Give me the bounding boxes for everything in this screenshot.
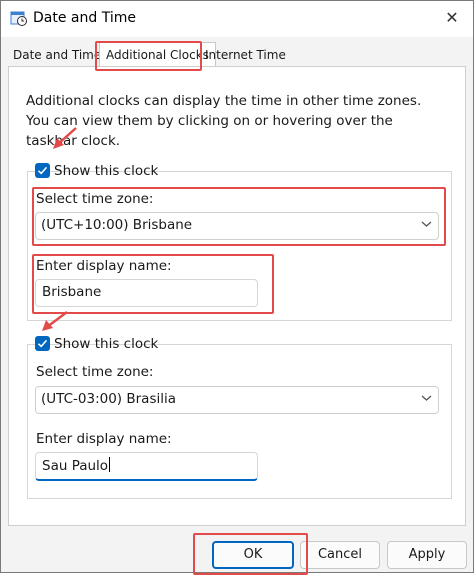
clock2-timezone-select[interactable]: (UTC-03:00) Brasilia [35,386,439,414]
check-icon [37,166,48,175]
clock2-display-name-value: Sau Paulo [42,457,111,474]
description-text: Additional clocks can display the time i… [26,93,422,149]
highlight-additional-clocks-tab [95,41,202,71]
arrow-annotation-icon [42,311,68,331]
highlight-timezone-select [32,187,446,246]
chevron-down-icon [421,395,432,401]
clock2-show-checkbox-row[interactable]: Show this clock [35,335,158,353]
clock1-show-checkbox[interactable] [35,163,50,178]
clock2-name-label: Enter display name: [36,431,172,447]
clock2-timezone-label: Select time zone: [36,364,154,380]
tab-date-and-time[interactable]: Date and Time [13,43,101,67]
tab-strip: Date and Time Additional Clocks Internet… [1,37,473,69]
text-caret [109,457,111,472]
window-title: Date and Time [33,10,136,26]
clock2-display-name-input[interactable]: Sau Paulo [35,452,258,481]
check-icon [37,339,48,348]
calendar-clock-icon [10,11,27,26]
highlight-display-name [32,254,274,314]
clock1-show-label: Show this clock [54,163,159,179]
cancel-button[interactable]: Cancel [300,541,380,569]
clock2-show-label: Show this clock [54,336,159,352]
arrow-annotation-icon [53,127,77,149]
close-icon[interactable]: ✕ [437,5,467,31]
apply-button[interactable]: Apply [387,541,467,569]
clock2-timezone-value: (UTC-03:00) Brasilia [41,391,177,407]
clock2-show-checkbox[interactable] [35,336,50,351]
highlight-ok-button [193,533,308,575]
clock2-display-name-text: Sau Paulo [42,458,109,474]
title-bar: Date and Time ✕ [1,1,473,37]
tab-internet-time[interactable]: Internet Time [205,43,286,67]
clock1-show-checkbox-row[interactable]: Show this clock [35,162,158,180]
